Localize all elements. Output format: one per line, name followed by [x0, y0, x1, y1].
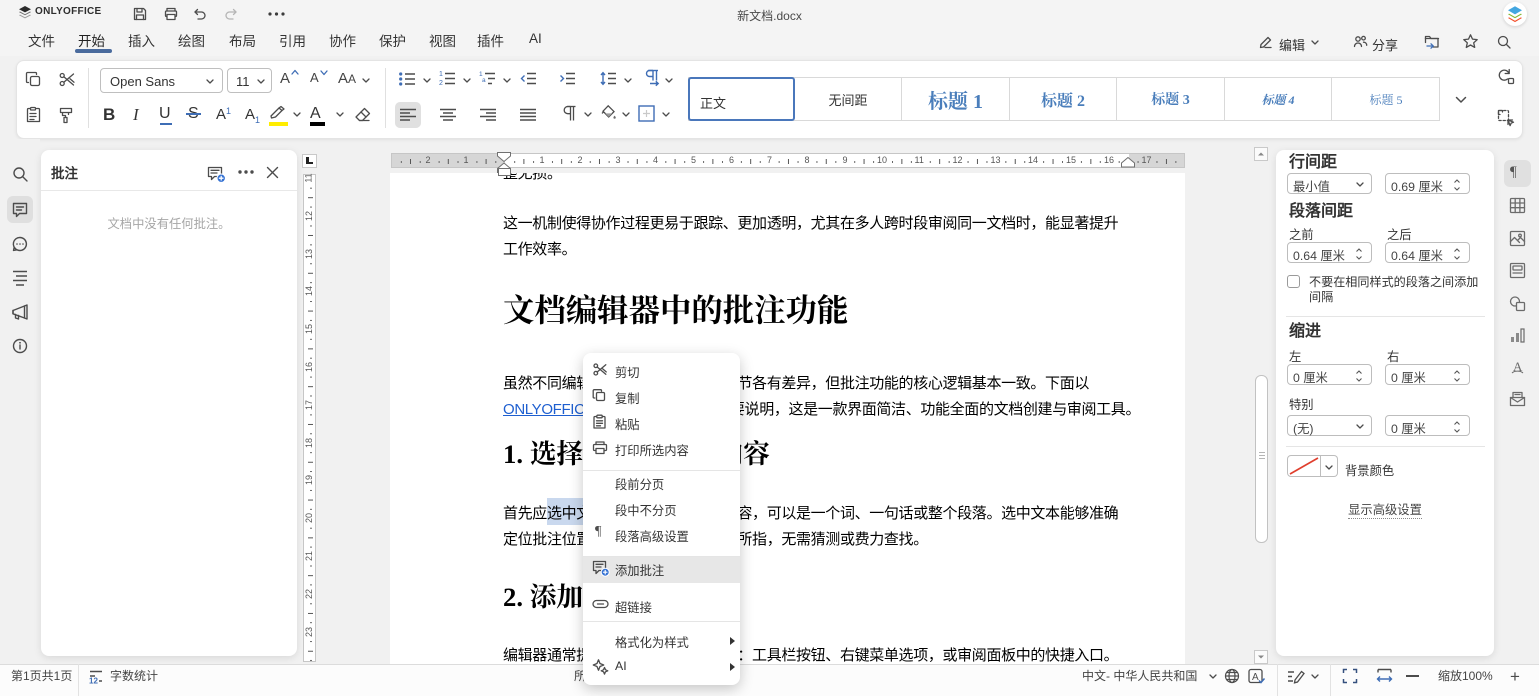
- svg-text:2: 2: [439, 80, 443, 86]
- svg-text:a: a: [482, 77, 486, 84]
- svg-text:12: 12: [89, 677, 98, 686]
- svg-text:A: A: [1252, 672, 1259, 683]
- svg-text:1: 1: [439, 71, 443, 78]
